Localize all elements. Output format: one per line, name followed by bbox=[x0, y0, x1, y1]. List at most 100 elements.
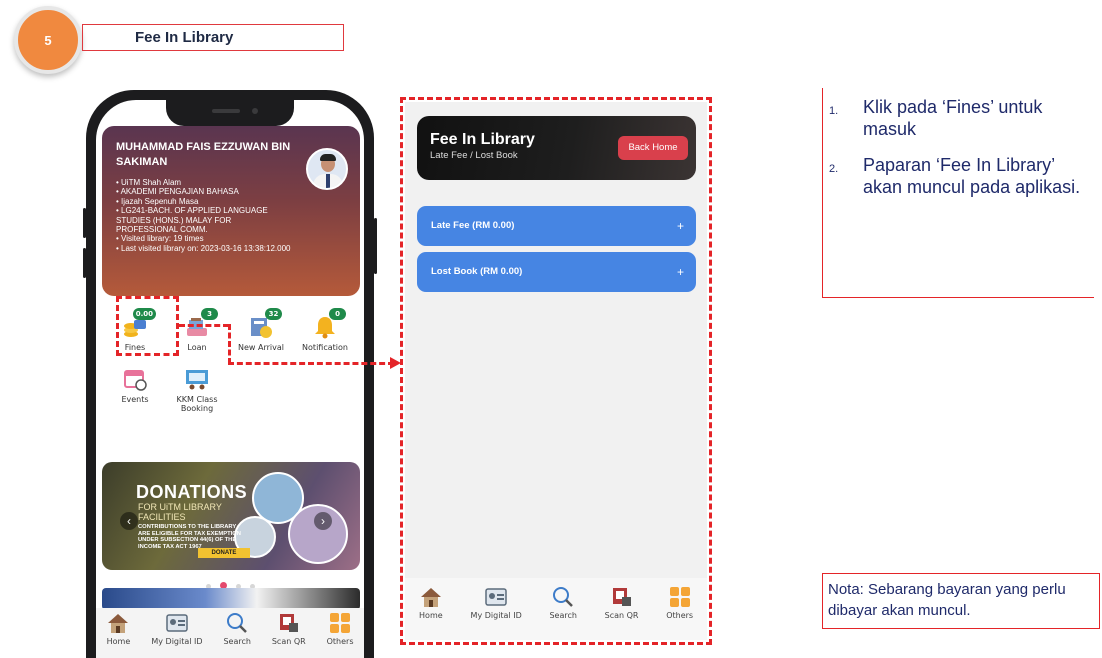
app-tab-search-label: Search bbox=[549, 611, 577, 620]
lost-book-expand-icon[interactable]: + bbox=[677, 252, 684, 292]
new-arrival-icon: 32 bbox=[248, 308, 282, 340]
profile-name: MUHAMMAD FAIS EZZUWAN BIN SAKIMAN bbox=[116, 141, 291, 168]
instructions-box: 1. Klik pada ‘Fines’ untuk masuk 2. Papara… bbox=[822, 88, 1094, 298]
phone-tab-search-label: Search bbox=[223, 637, 251, 646]
volume-down-button bbox=[83, 248, 86, 278]
search-icon bbox=[225, 612, 249, 634]
phone-tab-scan-qr-label: Scan QR bbox=[271, 637, 306, 646]
app-tab-bar: Home My Digital ID Search Scan QR Others bbox=[405, 578, 707, 640]
donation-banner[interactable]: DONATIONS FOR UiTM LIBRARY FACILITIES CO… bbox=[102, 462, 360, 570]
second-banner-peek bbox=[102, 588, 360, 610]
phone-mockup: MUHAMMAD FAIS EZZUWAN BIN SAKIMAN UiTM S… bbox=[83, 90, 377, 658]
avatar bbox=[306, 148, 348, 190]
notification-badge: 0 bbox=[329, 308, 346, 320]
profile-details: UiTM Shah Alam AKADEMI PENGAJIAN BAHASA … bbox=[116, 178, 294, 253]
instruction-item: 2. Paparan ‘Fee In Library’ akan muncul p… bbox=[829, 154, 1094, 198]
profile-card: MUHAMMAD FAIS EZZUWAN BIN SAKIMAN UiTM S… bbox=[102, 126, 360, 296]
app-tab-home-label: Home bbox=[419, 611, 443, 620]
grid-icon bbox=[668, 586, 692, 608]
menu-new-arrival[interactable]: 32 New Arrival bbox=[230, 308, 292, 352]
banner-small-3: UNDER SUBSECTION 44(6) OF THE bbox=[138, 537, 237, 543]
app-tab-search[interactable]: Search bbox=[549, 586, 577, 620]
menu-notification-label: Notification bbox=[302, 343, 348, 352]
late-fee-accordion[interactable]: Late Fee (RM 0.00) + bbox=[417, 206, 696, 246]
menu-new-arrival-label: New Arrival bbox=[238, 343, 284, 352]
donate-button[interactable]: DONATE bbox=[198, 548, 250, 558]
phone-tab-bar: Home My Digital ID Search Scan QR Others bbox=[96, 608, 364, 658]
menu-kkm-class-booking[interactable]: KKM Class Booking bbox=[166, 366, 228, 413]
menu-events-label: Events bbox=[121, 395, 149, 404]
app-tab-scan-qr-label: Scan QR bbox=[604, 611, 639, 620]
carousel-prev-icon[interactable]: ‹ bbox=[120, 512, 138, 530]
late-fee-expand-icon[interactable]: + bbox=[677, 206, 684, 246]
volume-up-button bbox=[83, 208, 86, 238]
phone-tab-digital-id-label: My Digital ID bbox=[151, 637, 203, 646]
back-home-button[interactable]: Back Home bbox=[618, 136, 688, 160]
banner-subtitle-2: FACILITIES bbox=[138, 512, 186, 522]
phone-tab-others[interactable]: Others bbox=[327, 612, 354, 646]
profile-level: Ijazah Sepenuh Masa bbox=[116, 197, 294, 206]
app-tab-digital-id[interactable]: My Digital ID bbox=[471, 586, 522, 620]
menu-events[interactable]: Events bbox=[104, 366, 166, 404]
phone-tab-home-label: Home bbox=[106, 637, 131, 646]
profile-campus: UiTM Shah Alam bbox=[116, 178, 294, 187]
banner-subtitle-1: FOR UiTM LIBRARY bbox=[138, 502, 222, 512]
app-tab-others[interactable]: Others bbox=[666, 586, 693, 620]
banner-title: DONATIONS bbox=[136, 482, 248, 502]
id-card-icon bbox=[165, 612, 189, 634]
late-fee-label: Late Fee (RM 0.00) bbox=[431, 220, 515, 231]
bell-icon: 0 bbox=[312, 308, 346, 340]
banner-small-text: CONTRIBUTIONS TO THE LIBRARY ARE ELIGIBL… bbox=[138, 524, 248, 550]
menu-kkm-label: KKM Class Booking bbox=[176, 395, 218, 413]
fee-in-library-screen: Fee In Library Late Fee / Lost Book Back… bbox=[405, 102, 707, 640]
app-tab-scan-qr[interactable]: Scan QR bbox=[604, 586, 639, 620]
grid-icon bbox=[328, 612, 352, 634]
phone-tab-home[interactable]: Home bbox=[106, 612, 130, 646]
banner-subtitle: FOR UiTM LIBRARY FACILITIES bbox=[138, 502, 222, 522]
connector-line-1 bbox=[179, 324, 229, 327]
phone-notch bbox=[166, 100, 294, 126]
app-tab-home[interactable]: Home bbox=[419, 586, 443, 620]
id-card-icon bbox=[484, 586, 508, 608]
banner-small-1: CONTRIBUTIONS TO THE LIBRARY bbox=[138, 524, 237, 530]
carousel-next-icon[interactable]: › bbox=[314, 512, 332, 530]
phone-tab-scan-qr[interactable]: Scan QR bbox=[272, 612, 306, 646]
carousel-dots bbox=[206, 576, 266, 589]
note-box: Nota: Sebarang bayaran yang perlu dibaya… bbox=[822, 573, 1100, 629]
profile-faculty: AKADEMI PENGAJIAN BAHASA bbox=[116, 187, 294, 196]
tutorial-slide: 5 Fee In Library MUHAMMAD FAIS EZZUWAN B… bbox=[0, 0, 1102, 658]
instruction-number: 1. bbox=[829, 105, 839, 117]
fines-highlight-box bbox=[116, 296, 179, 356]
instruction-list: 1. Klik pada ‘Fines’ untuk masuk 2. Papara… bbox=[823, 88, 1094, 198]
connector-line-3 bbox=[228, 362, 394, 365]
phone-screen: MUHAMMAD FAIS EZZUWAN BIN SAKIMAN UiTM S… bbox=[96, 100, 364, 658]
profile-program: LG241-BACH. OF APPLIED LANGUAGE STUDIES … bbox=[116, 206, 294, 234]
lost-book-label: Lost Book (RM 0.00) bbox=[431, 266, 523, 277]
new-arrival-badge: 32 bbox=[265, 308, 282, 320]
phone-tab-digital-id[interactable]: My Digital ID bbox=[151, 612, 203, 646]
step-number-badge: 5 bbox=[14, 6, 82, 74]
instruction-number: 2. bbox=[829, 163, 839, 175]
home-icon bbox=[106, 612, 130, 634]
lost-book-accordion[interactable]: Lost Book (RM 0.00) + bbox=[417, 252, 696, 292]
qr-scan-icon bbox=[277, 612, 301, 634]
power-button bbox=[374, 218, 377, 274]
app-tab-others-label: Others bbox=[666, 611, 694, 620]
instruction-text: Klik pada ‘Fines’ untuk masuk bbox=[863, 97, 1043, 139]
fee-header-card: Fee In Library Late Fee / Lost Book Back… bbox=[417, 116, 696, 180]
profile-last-visit: Last visited library on: 2023-03-16 13:3… bbox=[116, 244, 294, 253]
qr-scan-icon bbox=[610, 586, 634, 608]
connector-line-2 bbox=[228, 324, 231, 364]
menu-notification[interactable]: 0 Notification bbox=[294, 308, 356, 352]
instruction-item: 1. Klik pada ‘Fines’ untuk masuk bbox=[829, 96, 1094, 140]
home-icon bbox=[419, 586, 443, 608]
app-tab-digital-id-label: My Digital ID bbox=[470, 611, 522, 620]
calendar-icon bbox=[122, 366, 148, 392]
class-booking-icon bbox=[184, 366, 210, 392]
step-title: Fee In Library bbox=[82, 24, 344, 51]
phone-tab-others-label: Others bbox=[326, 637, 354, 646]
phone-tab-search[interactable]: Search bbox=[223, 612, 251, 646]
profile-visits: Visited library: 19 times bbox=[116, 234, 294, 243]
loan-badge: 3 bbox=[201, 308, 218, 320]
search-icon bbox=[551, 586, 575, 608]
